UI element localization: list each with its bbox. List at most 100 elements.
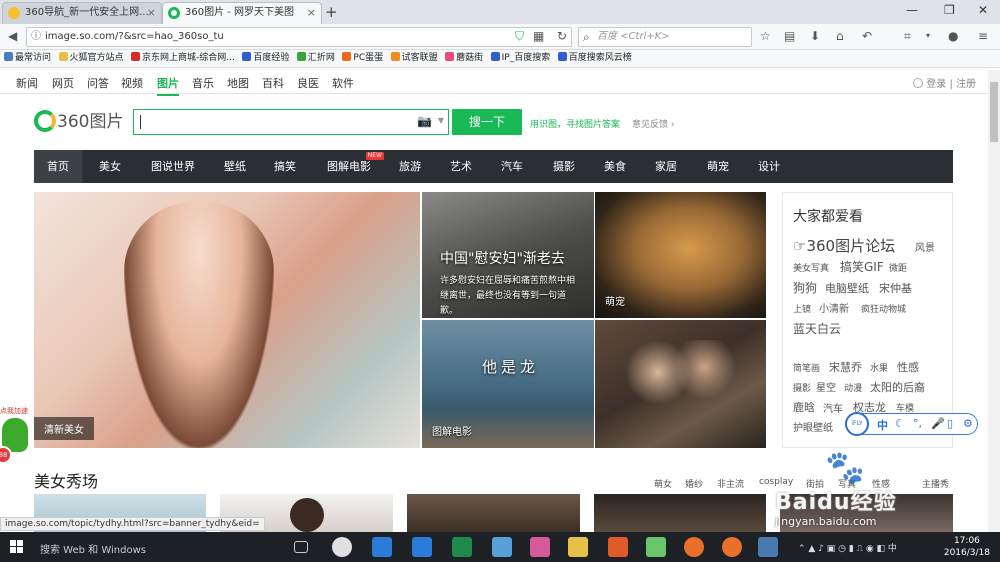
bookmark-item[interactable]: 京东网上商城-综合网... xyxy=(131,50,235,67)
tag-link[interactable]: 宋仲基 xyxy=(879,280,912,296)
firefox-icon[interactable] xyxy=(722,537,742,557)
bookmark-item[interactable]: 蘑菇街 xyxy=(445,50,483,67)
tag-link[interactable]: 摄影 xyxy=(793,381,811,394)
crop-icon[interactable]: ⌗ xyxy=(904,29,911,43)
bookmark-item[interactable]: PC蛋蛋 xyxy=(342,50,383,67)
windows-start-icon[interactable] xyxy=(10,540,24,554)
category-funny[interactable]: 搞笑 xyxy=(261,150,309,183)
cat-image[interactable]: 萌宠 xyxy=(595,192,766,318)
scrollbar-thumb[interactable] xyxy=(990,82,998,142)
tag-link[interactable]: 性感 xyxy=(897,359,919,375)
back-arrow-icon[interactable]: ◀ xyxy=(8,29,17,43)
tag-link[interactable]: 水果 xyxy=(870,361,888,374)
tag-link[interactable]: 星空 xyxy=(816,379,836,394)
thumbnail-image[interactable] xyxy=(594,494,766,532)
bookmark-item[interactable]: 百度经验 xyxy=(242,50,289,67)
reading-list-icon[interactable]: ▤ xyxy=(784,29,795,43)
tag-link[interactable]: 简笔画 xyxy=(793,361,820,374)
nav-map[interactable]: 地图 xyxy=(227,75,249,91)
app-icon-2[interactable] xyxy=(412,537,432,557)
tag-link[interactable]: 小清新 xyxy=(819,300,849,315)
bookmark-item[interactable]: 汇折网 xyxy=(296,50,335,67)
section-tag[interactable]: 萌女 xyxy=(654,477,672,490)
tag-link[interactable]: 宋慧乔 xyxy=(829,359,862,375)
tag-link[interactable]: 风景 xyxy=(915,239,935,254)
category-movie[interactable]: 图解电影 NEW xyxy=(314,150,384,183)
address-bar[interactable]: ⓘ image.so.com/?&src=hao_360so_tu ⛉ ▦ ↻ xyxy=(26,27,572,47)
section-tag[interactable]: 非主流 xyxy=(717,477,744,490)
search-input[interactable]: 📷 ▼ xyxy=(133,109,449,135)
shield-icon[interactable]: ⛉ xyxy=(515,29,524,43)
category-photography[interactable]: 摄影 xyxy=(540,150,588,183)
system-tray-icons[interactable]: ⌃ ▲ ♪ ▣ ◷ ▮ ⎍ ◉ ◧ 中 xyxy=(798,541,897,554)
microphone-icon[interactable]: 🎤 xyxy=(931,417,945,430)
chevron-down-icon[interactable]: ▼ xyxy=(438,116,444,125)
nav-video[interactable]: 视频 xyxy=(121,75,143,91)
tag-link[interactable]: 搞笑GIF xyxy=(840,258,884,275)
tag-link[interactable]: 鹿晗 xyxy=(793,399,815,415)
maximize-button[interactable]: ❐ xyxy=(944,3,955,17)
download-icon[interactable]: ⬇ xyxy=(810,29,820,43)
site-logo[interactable]: 360图片 xyxy=(34,110,123,134)
category-home[interactable]: 首页 xyxy=(34,150,82,183)
nav-doctor[interactable]: 良医 xyxy=(297,75,319,91)
tag-link[interactable]: 美女写真 xyxy=(793,261,829,274)
tag-link[interactable]: 蓝天白云 xyxy=(793,320,841,337)
close-window-button[interactable]: ✕ xyxy=(978,3,988,17)
tag-link[interactable]: 动漫 xyxy=(844,381,862,394)
speedup-widget[interactable]: 点我加速 88 xyxy=(0,406,32,476)
thumbnail-image[interactable] xyxy=(407,494,580,532)
excel-icon[interactable] xyxy=(452,537,472,557)
new-tab-button[interactable]: + xyxy=(325,2,338,22)
app-icon-7[interactable] xyxy=(758,537,778,557)
tag-link[interactable]: 电脑壁纸 xyxy=(825,280,869,296)
home-icon[interactable]: ⌂ xyxy=(836,29,844,43)
category-home-decor[interactable]: 家居 xyxy=(642,150,690,183)
tag-link[interactable]: 狗狗 xyxy=(793,279,817,296)
ifly-logo[interactable]: iFLY xyxy=(845,412,869,436)
dropdown-icon[interactable]: ▾ xyxy=(926,29,930,43)
nav-music[interactable]: 音乐 xyxy=(192,75,214,91)
tag-link[interactable]: 微距 xyxy=(889,261,907,274)
app-icon-1[interactable] xyxy=(372,537,392,557)
qrcode-icon[interactable]: ▦ xyxy=(533,29,544,43)
drama-image[interactable] xyxy=(595,320,766,448)
tag-link[interactable]: 上镜 xyxy=(793,302,811,315)
category-car[interactable]: 汽车 xyxy=(488,150,536,183)
app-icon-6[interactable] xyxy=(646,537,666,557)
category-food[interactable]: 美食 xyxy=(591,150,639,183)
bookmark-item[interactable]: 火狐官方站点 xyxy=(58,50,124,67)
category-art[interactable]: 艺术 xyxy=(437,150,485,183)
tag-link[interactable]: 护眼壁纸 xyxy=(793,419,833,434)
page-scrollbar[interactable] xyxy=(988,70,1000,532)
login-link[interactable]: 登录 xyxy=(926,79,946,90)
bookmark-item[interactable]: 最常访问 xyxy=(4,50,51,67)
keyboard-icon[interactable]: ▯ xyxy=(947,417,953,430)
chat-icon[interactable]: ● xyxy=(948,29,958,43)
nav-qa[interactable]: 问答 xyxy=(87,75,109,91)
category-pets[interactable]: 萌宠 xyxy=(694,150,742,183)
bookmark-item[interactable]: 百度搜索风云榜 xyxy=(557,50,632,67)
taskbar-search[interactable]: 搜索 Web 和 Windows xyxy=(40,541,146,556)
firefox-icon[interactable] xyxy=(684,537,704,557)
menu-icon[interactable]: ≡ xyxy=(978,29,988,43)
close-icon[interactable]: × xyxy=(147,3,156,23)
tag-link[interactable]: 太阳的后裔 xyxy=(870,379,925,395)
undo-icon[interactable]: ↶ xyxy=(862,29,872,43)
category-travel[interactable]: 旅游 xyxy=(386,150,434,183)
category-design[interactable]: 设计 xyxy=(745,150,793,183)
feedback-link[interactable]: 意见反馈 › xyxy=(632,117,674,130)
bookmark-item[interactable]: 试客联盟 xyxy=(390,50,438,67)
moon-icon[interactable]: ☾ xyxy=(895,417,905,430)
category-world[interactable]: 图说世界 xyxy=(138,150,208,183)
category-beauty[interactable]: 美女 xyxy=(86,150,134,183)
category-wallpaper[interactable]: 壁纸 xyxy=(211,150,259,183)
movie-image[interactable]: 他是龙 图解电影 xyxy=(422,320,594,448)
nav-baike[interactable]: 百科 xyxy=(262,75,284,91)
folder-icon[interactable] xyxy=(568,537,588,557)
nav-web[interactable]: 网页 xyxy=(52,75,74,91)
punctuation-icon[interactable]: °, xyxy=(913,417,922,430)
app-icon-5[interactable] xyxy=(608,537,628,557)
clock[interactable]: 17:06 2016/3/18 xyxy=(944,535,990,559)
register-link[interactable]: 注册 xyxy=(956,79,976,90)
